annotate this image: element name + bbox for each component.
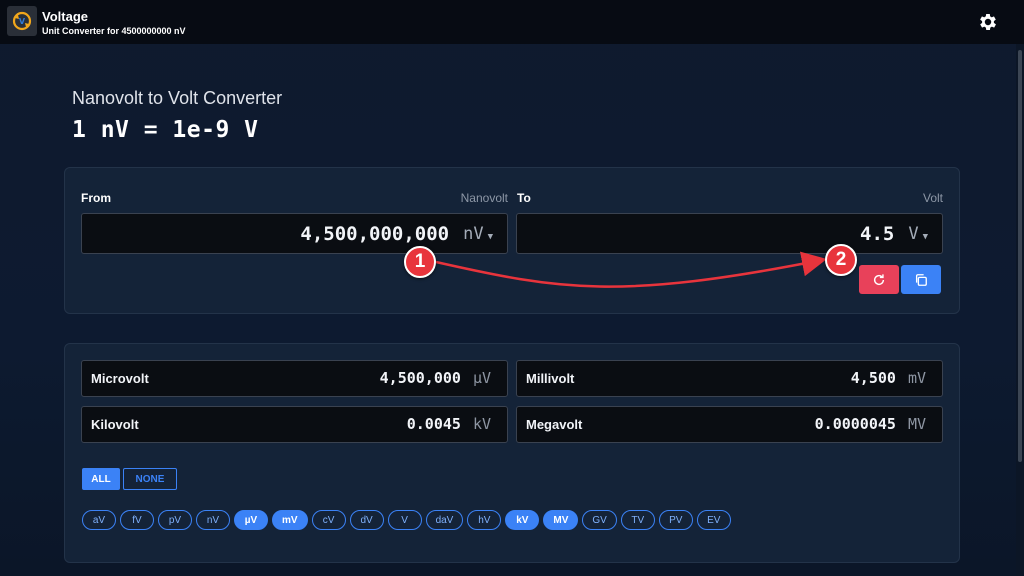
result-value: 4,500,000 [379,369,461,387]
refresh-icon [873,273,885,285]
app-logo-icon: V [7,6,37,36]
from-unit-name: Nanovolt [460,191,508,205]
top-bar: V Voltage Unit Converter for 4500000000 … [0,0,1024,44]
unit-chip-14[interactable]: TV [620,510,655,530]
unit-chip-1[interactable]: fV [120,510,154,530]
unit-chip-0[interactable]: aV [82,510,116,530]
result-name: Microvolt [91,371,149,386]
from-unit-select[interactable]: nV ▼ [463,224,493,244]
svg-text:V: V [19,17,26,26]
annotation-marker-2: 2 [825,244,857,276]
result-unit: MV [907,415,926,433]
result-unit: kV [472,415,491,433]
result-value: 0.0045 [406,415,461,433]
unit-chip-15[interactable]: PV [658,510,693,530]
unit-chip-9[interactable]: daV [425,510,464,530]
result-value: 0.0000045 [814,415,896,433]
unit-chip-7[interactable]: dV [349,510,384,530]
result-row-microvolt[interactable]: Microvolt 4,500,000 µV [81,360,508,397]
result-unit: mV [907,369,926,387]
unit-chip-12[interactable]: MV [543,510,579,530]
unit-chip-6[interactable]: cV [311,510,346,530]
to-unit-label: V [908,223,919,244]
result-value: 4,500 [850,369,896,387]
result-row-kilovolt[interactable]: Kilovolt 0.0045 kV [81,406,508,443]
refresh-button[interactable] [859,265,899,294]
to-value[interactable]: 4.5 [860,223,894,245]
conversion-formula: 1 nV = 1e-9 V [72,117,259,143]
chevron-down-icon: ▼ [922,231,928,242]
copy-icon [915,273,927,286]
result-name: Millivolt [526,371,575,386]
unit-chip-3[interactable]: nV [196,510,230,530]
select-all-button[interactable]: ALL [82,468,120,490]
result-name: Megavolt [526,417,583,432]
app-subtitle: Unit Converter for 4500000000 nV [42,26,186,36]
gear-icon[interactable] [977,11,999,33]
unit-chip-2[interactable]: pV [158,510,192,530]
unit-chip-11[interactable]: kV [505,510,540,530]
result-row-megavolt[interactable]: Megavolt 0.0000045 MV [516,406,943,443]
annotation-marker-1: 1 [404,246,436,278]
result-name: Kilovolt [91,417,139,432]
unit-chip-10[interactable]: hV [467,510,502,530]
select-none-button[interactable]: NONE [123,468,177,490]
unit-chip-4[interactable]: µV [234,510,268,530]
from-label: From [81,191,111,205]
copy-button[interactable] [901,265,941,294]
scrollbar[interactable] [1016,44,1024,576]
to-label: To [517,191,531,205]
from-unit-label: nV [463,223,484,244]
scrollbar-thumb[interactable] [1018,50,1022,462]
to-output[interactable]: 4.5 V ▼ [516,213,943,254]
from-input[interactable]: 4,500,000,000 nV ▼ [81,213,508,254]
app-title: Voltage [42,9,88,24]
result-row-millivolt[interactable]: Millivolt 4,500 mV [516,360,943,397]
unit-chip-16[interactable]: EV [696,510,731,530]
unit-filter-chips: aV fV pV nV µV mV cV dV VdaV hV kV MV GV TV PV EV [82,510,731,530]
unit-chip-5[interactable]: mV [272,510,308,530]
unit-chip-8[interactable]: V [387,510,422,530]
unit-chip-13[interactable]: GV [582,510,617,530]
converter-title: Nanovolt to Volt Converter [72,88,283,108]
from-value[interactable]: 4,500,000,000 [300,223,449,245]
to-unit-name: Volt [922,191,943,205]
result-unit: µV [472,369,491,387]
chevron-down-icon: ▼ [487,231,493,242]
to-unit-select[interactable]: V ▼ [908,224,928,244]
